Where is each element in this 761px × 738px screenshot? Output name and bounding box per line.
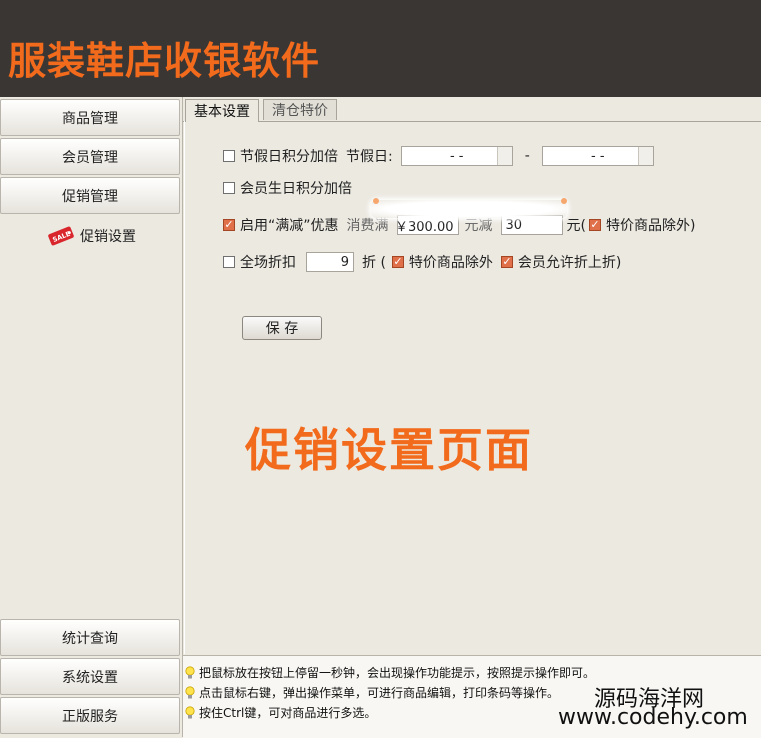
full-reduction-label: 启用“满减”优惠 <box>240 218 339 234</box>
chevron-down-icon[interactable] <box>496 147 512 165</box>
main-panel: 基本设置 清仓特价 节假日积分加倍 节假日: - - - - - 会员生日积分加… <box>183 97 761 655</box>
page-overlay-title: 促销设置页面 <box>245 423 533 477</box>
full-reduction-checkbox[interactable]: ✓ <box>223 219 235 231</box>
sidebar-item-promotion-settings[interactable]: SALE 促销设置 <box>48 225 136 247</box>
sidebar-item-label: 促销设置 <box>80 229 136 245</box>
holiday-end-date[interactable]: - - <box>541 146 654 166</box>
save-button[interactable]: 保 存 <box>242 316 322 340</box>
member-discount-label: 会员允许折上折) <box>517 255 622 271</box>
basic-settings-panel: 节假日积分加倍 节假日: - - - - - 会员生日积分加倍 ✓ 启用“满减”… <box>184 121 761 654</box>
tab-clearance-price[interactable]: 清仓特价 <box>263 99 337 120</box>
nav-member-management[interactable]: 会员管理 <box>0 138 180 175</box>
holiday-checkbox[interactable] <box>223 150 235 162</box>
holiday-label: 节假日积分加倍 <box>240 149 338 165</box>
nav-label: 正版服务 <box>62 708 118 725</box>
end-date-value: - - <box>591 148 605 164</box>
nav-label: 会员管理 <box>62 149 118 166</box>
chevron-down-icon[interactable] <box>637 147 653 165</box>
discount-exclude-checkbox[interactable]: ✓ <box>391 256 404 268</box>
nav-label: 商品管理 <box>62 110 118 127</box>
hint-text: 点击鼠标右键，弹出操作菜单，可进行商品编辑，打印条码等操作。 <box>199 686 560 700</box>
birthday-row: 会员生日积分加倍 <box>223 178 352 198</box>
nav-goods-management[interactable]: 商品管理 <box>0 99 180 136</box>
lightbulb-icon <box>185 665 195 680</box>
spend-amount-input[interactable]: ￥300.00 <box>395 215 459 235</box>
discount-unit-label: 折 ( <box>362 255 386 271</box>
holiday-date-label: 节假日: <box>346 149 393 165</box>
nav-promotion-management[interactable]: 促销管理 <box>0 177 180 214</box>
hint-text: 把鼠标放在按钮上停留一秒钟，会出现操作功能提示，按照提示操作即可。 <box>199 666 596 680</box>
tab-bar: 基本设置 清仓特价 <box>183 99 761 122</box>
lightbulb-icon <box>185 685 195 700</box>
birthday-label: 会员生日积分加倍 <box>240 181 352 197</box>
sidebar: 商品管理 会员管理 促销管理 SALE 促销设置 统计查询 系统设置 正版服务 <box>0 97 183 737</box>
spend-label: 消费满 <box>346 218 389 234</box>
nav-label: 促销管理 <box>62 188 118 205</box>
holiday-row: 节假日积分加倍 节假日: - - - - - <box>223 146 654 166</box>
reduce-amount-input[interactable]: 30 <box>500 215 563 235</box>
blur-overlay <box>371 198 567 218</box>
app-title: 服装鞋店收银软件 <box>8 39 321 83</box>
date-separator: - <box>524 148 530 164</box>
yuan-label: 元( <box>566 218 586 234</box>
lightbulb-icon <box>185 705 195 720</box>
hint-text: 按住Ctrl键，可对商品进行多选。 <box>199 706 377 720</box>
discount-checkbox[interactable] <box>223 256 235 268</box>
birthday-checkbox[interactable] <box>223 182 235 194</box>
hint-item: 把鼠标放在按钮上停留一秒钟，会出现操作功能提示，按照提示操作即可。 <box>185 664 595 681</box>
discount-exclude-label: 特价商品除外 <box>408 255 493 271</box>
tab-basic-settings[interactable]: 基本设置 <box>185 99 259 122</box>
nav-statistics[interactable]: 统计查询 <box>0 619 180 656</box>
nav-system-settings[interactable]: 系统设置 <box>0 658 180 695</box>
app-header: 服装鞋店收银软件 <box>0 0 761 97</box>
start-date-value: - - <box>449 148 464 164</box>
discount-input[interactable]: 9 <box>306 252 354 272</box>
tab-label: 清仓特价 <box>272 103 328 119</box>
exclude-special-checkbox[interactable]: ✓ <box>588 219 601 231</box>
exclude-special-label: 特价商品除外) <box>605 218 696 234</box>
full-reduction-row: ✓ 启用“满减”优惠 消费满 ￥300.00 元减 30 元( ✓ 特价商品除外… <box>223 215 695 235</box>
nav-label: 系统设置 <box>62 669 118 686</box>
discount-row: 全场折扣 9 折 ( ✓ 特价商品除外 ✓ 会员允许折上折) <box>223 252 621 272</box>
sale-tag-icon: SALE <box>48 225 74 247</box>
hint-item: 点击鼠标右键，弹出操作菜单，可进行商品编辑，打印条码等操作。 <box>185 684 559 701</box>
discount-label: 全场折扣 <box>240 255 296 271</box>
tab-label: 基本设置 <box>194 104 250 120</box>
reduce-label: 元减 <box>464 218 493 234</box>
watermark-site-url: www.codehy.com <box>558 705 748 730</box>
hint-item: 按住Ctrl键，可对商品进行多选。 <box>185 704 376 721</box>
holiday-start-date[interactable]: - - <box>400 146 513 166</box>
member-discount-checkbox[interactable]: ✓ <box>500 256 513 268</box>
nav-label: 统计查询 <box>62 630 118 647</box>
nav-genuine-service[interactable]: 正版服务 <box>0 697 180 734</box>
